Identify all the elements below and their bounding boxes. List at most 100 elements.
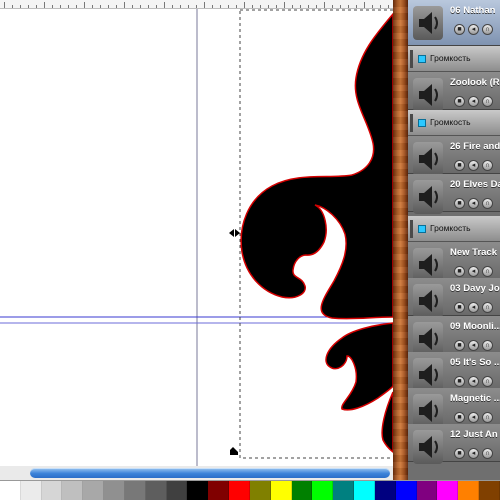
mute-button[interactable]: ◂: [468, 340, 479, 351]
mute-button[interactable]: ◂: [468, 160, 479, 171]
volume-strip[interactable]: Громкость: [408, 46, 500, 72]
mute-button[interactable]: ◂: [468, 96, 479, 107]
headphones-button[interactable]: ∩: [482, 412, 493, 423]
fleur-de-lis-artwork[interactable]: [0, 0, 393, 466]
fleur-de-lis-shape[interactable]: [240, 12, 393, 454]
volume-strip[interactable]: Громкость: [408, 110, 500, 136]
stop-button[interactable]: ■: [454, 448, 465, 459]
color-swatch[interactable]: [20, 481, 42, 500]
ruler-tick: [164, 2, 165, 8]
ruler-tick: [52, 5, 53, 8]
mute-button[interactable]: ◂: [468, 24, 479, 35]
stop-button[interactable]: ■: [454, 96, 465, 107]
color-swatch[interactable]: [83, 481, 105, 500]
track-player[interactable]: 12 Just An ■ ◂ ∩: [408, 424, 500, 464]
speaker-button[interactable]: [413, 284, 443, 318]
stop-button[interactable]: ■: [454, 198, 465, 209]
color-swatch[interactable]: [291, 481, 313, 500]
speaker-button[interactable]: [413, 142, 443, 176]
stop-button[interactable]: ■: [454, 266, 465, 277]
color-swatch[interactable]: [458, 481, 480, 500]
stop-button[interactable]: ■: [454, 24, 465, 35]
color-swatch[interactable]: [270, 481, 292, 500]
track-player[interactable]: 03 Davy Jon ■ ◂ ∩: [408, 278, 500, 318]
color-swatch[interactable]: [104, 481, 125, 500]
speaker-icon: [419, 12, 438, 34]
color-swatch[interactable]: [333, 481, 355, 500]
track-player[interactable]: 05 It's So ... ■ ◂ ∩: [408, 352, 500, 392]
mute-button[interactable]: ◂: [468, 266, 479, 277]
speaker-button[interactable]: [413, 248, 443, 282]
ruler-tick: [148, 5, 149, 8]
color-swatch[interactable]: [41, 481, 63, 500]
color-swatch[interactable]: [374, 481, 396, 500]
horizontal-scrollbar[interactable]: [0, 466, 393, 480]
headphones-button[interactable]: ∩: [482, 376, 493, 387]
track-player[interactable]: 26 Fire and ■ ◂ ∩: [408, 136, 500, 176]
color-swatch[interactable]: [437, 481, 459, 500]
track-player[interactable]: Magnetic ... ■ ◂ ∩: [408, 388, 500, 428]
stop-button[interactable]: ■: [454, 412, 465, 423]
resize-handle-bottom-left[interactable]: [230, 447, 238, 455]
mute-button[interactable]: ◂: [468, 198, 479, 209]
scrollbar-thumb[interactable]: [30, 468, 390, 478]
speaker-icon: [419, 328, 438, 350]
drawing-canvas[interactable]: [0, 0, 393, 466]
ruler-tick: [84, 2, 85, 8]
speaker-button[interactable]: [413, 322, 443, 356]
track-player[interactable]: 09 Moonli... ■ ◂ ∩: [408, 316, 500, 356]
headphones-button[interactable]: ∩: [482, 198, 493, 209]
track-player[interactable]: 06 Nathan ■ ◂ ∩: [408, 0, 500, 46]
ruler-tick: [388, 5, 389, 8]
stop-button[interactable]: ■: [454, 340, 465, 351]
color-swatch[interactable]: [0, 481, 21, 500]
color-swatch[interactable]: [479, 481, 500, 500]
color-swatch[interactable]: [208, 481, 230, 500]
volume-strip[interactable]: Громкость: [408, 216, 500, 242]
headphones-button[interactable]: ∩: [482, 448, 493, 459]
color-swatch[interactable]: [312, 481, 334, 500]
mute-button[interactable]: ◂: [468, 376, 479, 387]
ruler-tick: [332, 5, 333, 8]
headphones-button[interactable]: ∩: [482, 340, 493, 351]
speaker-button[interactable]: [413, 394, 443, 428]
stop-button[interactable]: ■: [454, 160, 465, 171]
color-swatch[interactable]: [124, 481, 146, 500]
ruler-tick: [28, 5, 29, 8]
track-player[interactable]: 20 Elves Da ■ ◂ ∩: [408, 174, 500, 214]
color-palette[interactable]: [0, 480, 500, 500]
track-title: 05 It's So ...: [450, 357, 500, 368]
color-swatch[interactable]: [62, 481, 84, 500]
ruler-tick: [204, 2, 205, 8]
headphones-button[interactable]: ∩: [482, 96, 493, 107]
mute-button[interactable]: ◂: [468, 448, 479, 459]
headphones-button[interactable]: ∩: [482, 160, 493, 171]
resize-handle-left[interactable]: [229, 229, 240, 237]
speaker-button[interactable]: [413, 430, 443, 464]
ruler-tick: [284, 2, 285, 8]
mute-button[interactable]: ◂: [468, 302, 479, 313]
track-player[interactable]: Zoolook (Re ■ ◂ ∩: [408, 72, 500, 112]
color-swatch[interactable]: [166, 481, 188, 500]
speaker-button[interactable]: [413, 358, 443, 392]
speaker-button[interactable]: [413, 78, 443, 112]
color-swatch[interactable]: [416, 481, 438, 500]
headphones-button[interactable]: ∩: [482, 302, 493, 313]
color-swatch[interactable]: [187, 481, 209, 500]
ruler-tick: [116, 5, 117, 8]
color-swatch[interactable]: [395, 481, 417, 500]
stop-button[interactable]: ■: [454, 376, 465, 387]
headphones-button[interactable]: ∩: [482, 24, 493, 35]
color-swatch[interactable]: [145, 481, 167, 500]
volume-label: Громкость: [430, 117, 471, 127]
ruler-tick: [4, 2, 5, 8]
speaker-button[interactable]: [413, 180, 443, 214]
color-swatch[interactable]: [229, 481, 250, 500]
headphones-button[interactable]: ∩: [482, 266, 493, 277]
speaker-button[interactable]: [413, 6, 443, 40]
mute-button[interactable]: ◂: [468, 412, 479, 423]
track-player[interactable]: New Track ■ ◂ ∩: [408, 242, 500, 282]
color-swatch[interactable]: [354, 481, 375, 500]
color-swatch[interactable]: [249, 481, 271, 500]
stop-button[interactable]: ■: [454, 302, 465, 313]
